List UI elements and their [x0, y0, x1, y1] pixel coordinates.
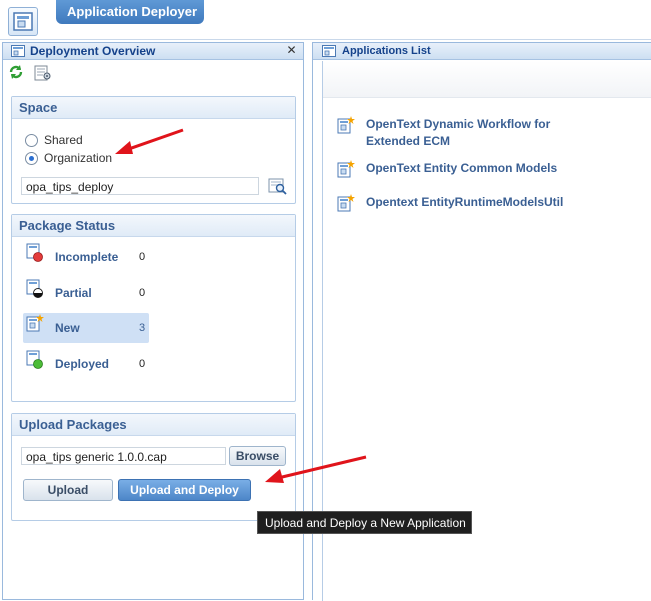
applications-list-icon — [322, 45, 336, 60]
new-package-icon — [26, 314, 44, 334]
applications-list-header: Applications List — [313, 43, 651, 60]
status-count: 0 — [139, 358, 146, 370]
radio-button[interactable] — [25, 133, 38, 147]
status-partial[interactable]: Partial 0 — [23, 278, 149, 308]
panel-title: Deployment Overview — [30, 44, 156, 58]
application-package-icon — [337, 194, 355, 212]
status-count: 0 — [139, 287, 146, 299]
divider — [0, 39, 651, 40]
status-deployed[interactable]: Deployed 0 — [23, 349, 149, 379]
toolbar — [3, 61, 303, 85]
radio-label: Shared — [44, 133, 83, 147]
refresh-icon[interactable] — [8, 64, 26, 82]
deployment-overview-icon — [11, 45, 25, 60]
application-package-icon — [337, 160, 355, 178]
radio-button[interactable] — [25, 151, 38, 165]
tooltip: Upload and Deploy a New Application — [257, 511, 472, 534]
upload-packages-title: Upload Packages — [12, 414, 295, 436]
space-input[interactable]: opa_tips_deploy — [21, 177, 259, 195]
app-title-tab[interactable]: Application Deployer — [56, 0, 204, 24]
partial-package-icon — [26, 279, 44, 299]
panel-title: Applications List — [342, 45, 431, 57]
tooltip-text: Upload and Deploy a New Application — [265, 516, 466, 530]
status-label: Deployed — [55, 357, 110, 371]
application-name[interactable]: Opentext EntityRuntimeModelsUtil — [366, 194, 563, 211]
top-bar: Application Deployer — [0, 0, 651, 40]
upload-button[interactable]: Upload — [23, 479, 113, 501]
application-name[interactable]: OpenText Entity Common Models — [366, 160, 557, 177]
radio-shared[interactable]: Shared — [25, 132, 83, 148]
radio-organization[interactable]: Organization — [25, 150, 112, 166]
edit-settings-icon[interactable] — [34, 64, 52, 82]
upload-and-deploy-label: Upload and Deploy — [130, 483, 239, 497]
space-title: Space — [12, 97, 295, 119]
application-name-line: OpenText Dynamic Workflow for — [366, 117, 551, 131]
upload-label: Upload — [47, 483, 89, 497]
file-input-value: opa_tips generic 1.0.0.cap — [26, 450, 167, 464]
incomplete-package-icon — [26, 243, 44, 263]
package-status-section: Package Status Incomplete 0 Partial 0 Ne… — [11, 214, 296, 402]
status-label: Partial — [55, 286, 92, 300]
upload-packages-section: Upload Packages opa_tips generic 1.0.0.c… — [11, 413, 296, 521]
annotation-arrow-icon — [265, 455, 367, 483]
close-icon[interactable]: ✕ — [285, 44, 298, 57]
status-count: 0 — [139, 251, 146, 263]
application-name[interactable]: OpenText Dynamic Workflow for Extended E… — [366, 116, 550, 150]
status-incomplete[interactable]: Incomplete 0 — [23, 242, 149, 272]
package-status-title: Package Status — [12, 215, 295, 237]
list-item[interactable]: Opentext EntityRuntimeModelsUtil — [337, 194, 577, 212]
deployment-overview-header: Deployment Overview ✕ — [3, 43, 303, 60]
status-new[interactable]: New 3 — [23, 313, 149, 343]
file-input[interactable]: opa_tips generic 1.0.0.cap — [21, 447, 226, 465]
applications-list-toolbar — [323, 61, 651, 98]
application-package-icon — [337, 116, 355, 134]
app-title: Application Deployer — [67, 4, 198, 19]
status-label: Incomplete — [55, 250, 119, 264]
application-name-line: Extended ECM — [366, 134, 451, 148]
status-count: 3 — [139, 322, 146, 334]
space-input-value: opa_tips_deploy — [26, 180, 114, 194]
radio-label: Organization — [44, 151, 113, 165]
list-item[interactable]: OpenText Entity Common Models — [337, 160, 577, 178]
upload-and-deploy-button[interactable]: Upload and Deploy — [118, 479, 251, 501]
list-item[interactable]: OpenText Dynamic Workflow for Extended E… — [337, 116, 577, 150]
status-label: New — [55, 321, 80, 335]
application-deployer-icon — [8, 7, 38, 36]
deployed-package-icon — [26, 350, 44, 370]
lookup-icon[interactable] — [268, 177, 288, 195]
annotation-arrow-icon — [115, 128, 184, 154]
